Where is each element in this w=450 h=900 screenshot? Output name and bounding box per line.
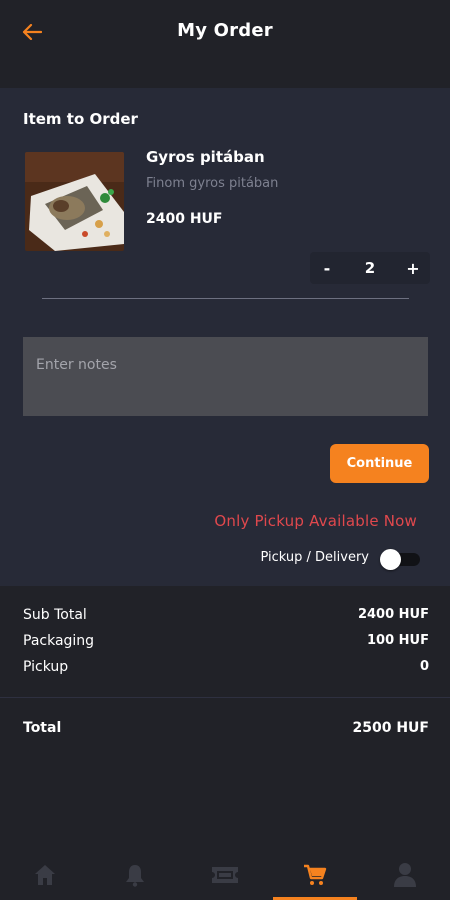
quantity-stepper: - 2 + <box>310 252 430 284</box>
quantity-value: 2 <box>364 259 376 277</box>
bottom-nav <box>0 850 450 900</box>
decrement-button[interactable]: - <box>310 252 344 284</box>
nav-tickets[interactable] <box>180 850 270 900</box>
summary-value: 100 HUF <box>367 633 429 648</box>
notes-input[interactable] <box>23 337 428 416</box>
summary-label: Packaging <box>23 633 95 649</box>
total-row: Total 2500 HUF <box>23 720 429 736</box>
section-title: Item to Order <box>23 110 138 128</box>
item-image <box>25 152 124 251</box>
nav-profile[interactable] <box>360 850 450 900</box>
continue-button[interactable]: Continue <box>330 444 429 483</box>
summary-value: 0 <box>419 659 429 674</box>
pickup-delivery-toggle[interactable] <box>380 549 420 570</box>
total-value: 2500 HUF <box>352 720 430 736</box>
summary-row-subtotal: Sub Total 2400 HUF <box>23 607 429 623</box>
increment-button[interactable]: + <box>396 252 430 284</box>
total-label: Total <box>23 720 62 736</box>
pickup-notice: Only Pickup Available Now <box>214 512 417 530</box>
user-icon <box>394 863 416 887</box>
nav-cart[interactable] <box>270 850 360 900</box>
home-icon <box>35 865 55 885</box>
summary-row-pickup: Pickup 0 <box>23 659 429 675</box>
summary-divider <box>0 697 450 698</box>
item-name: Gyros pitában <box>146 148 265 166</box>
page-title: My Order <box>177 20 273 41</box>
summary-label: Sub Total <box>23 607 87 623</box>
order-panel: Item to Order Gyros pitában Finom gyros … <box>0 88 450 586</box>
summary-label: Pickup <box>23 659 69 675</box>
bell-icon <box>126 865 144 887</box>
toggle-knob <box>380 549 401 570</box>
divider <box>42 298 409 299</box>
item-price: 2400 HUF <box>146 211 223 227</box>
pickup-delivery-label: Pickup / Delivery <box>260 550 369 565</box>
cart-icon <box>304 864 327 885</box>
item-description: Finom gyros pitában <box>146 176 279 191</box>
nav-notifications[interactable] <box>90 850 180 900</box>
app-header: My Order <box>0 0 450 88</box>
ticket-icon <box>212 867 238 883</box>
summary-row-packaging: Packaging 100 HUF <box>23 633 429 649</box>
nav-home[interactable] <box>0 850 90 900</box>
summary-value: 2400 HUF <box>357 607 429 622</box>
